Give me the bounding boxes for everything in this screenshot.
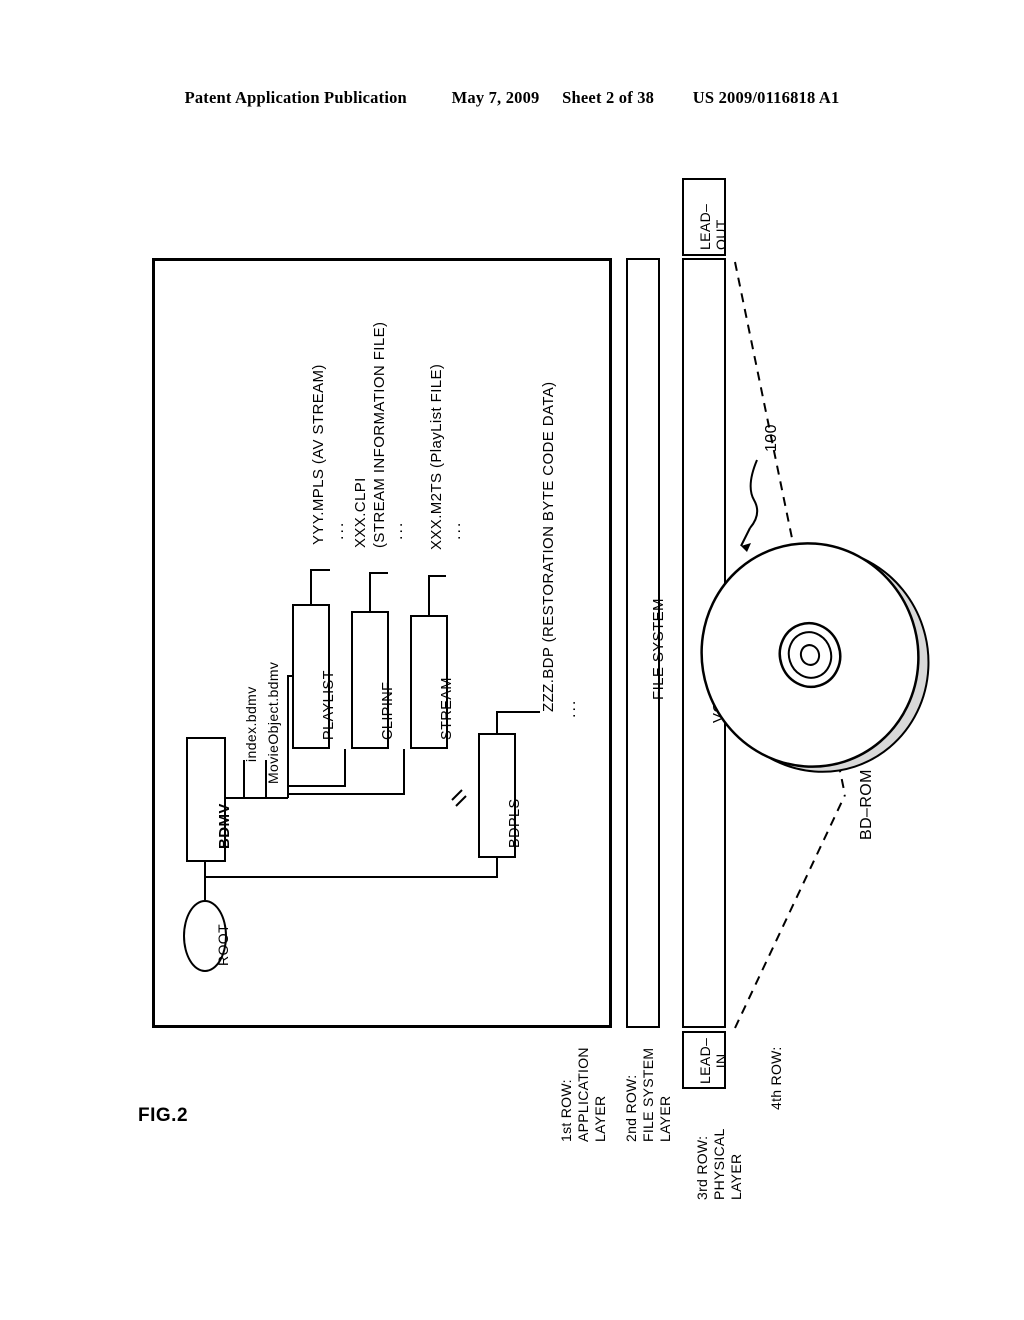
row-label-1: 1st ROW: APPLICATION LAYER	[558, 1047, 608, 1142]
row-label-3: 3rd ROW: PHYSICAL LAYER	[694, 1128, 744, 1200]
disc-callout-100: 100	[763, 424, 780, 452]
bd-rom-disc	[700, 542, 930, 773]
disc-caption-bd-rom: BD–ROM	[858, 769, 875, 840]
row-label-4: 4th ROW:	[768, 1046, 784, 1110]
figure-2: FIG.2 ROOT BDMV PLAYLIST CLIPINF STREAM …	[0, 0, 1024, 1320]
row-label-2: 2nd ROW: FILE SYSTEM LAYER	[623, 1047, 673, 1142]
